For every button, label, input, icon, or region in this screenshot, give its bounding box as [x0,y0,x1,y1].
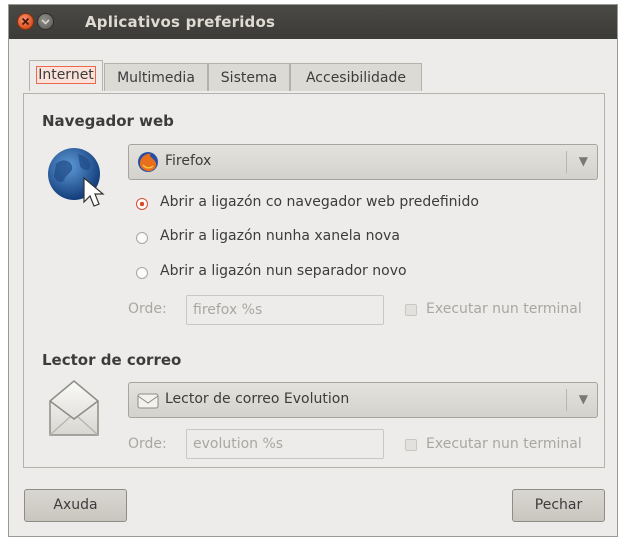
radio-button[interactable] [136,267,148,279]
tab-label: Sistema [220,70,278,86]
close-window-button[interactable] [17,13,34,30]
mail-terminal-label: Executar nun terminal [426,436,582,452]
firefox-icon [138,152,158,172]
mail-command-input[interactable]: evolution %s [186,429,384,459]
radio-label: Abrir a ligazón nun separador novo [160,263,407,279]
browser-terminal-label: Executar nun terminal [426,301,582,317]
browser-terminal-checkbox[interactable] [405,304,417,316]
envelope-icon [49,380,99,436]
radio-button[interactable] [136,198,148,210]
close-button[interactable]: Pechar [512,489,605,522]
browser-command-label: Orde: [128,301,167,317]
window-title: Aplicativos preferidos [85,13,276,31]
evolution-mail-icon [137,393,159,409]
radio-label: Abrir a ligazón nunha xanela nova [160,228,400,244]
tab-accesibilidade[interactable]: Accesibilidade [290,63,422,91]
mail-command-value: evolution %s [193,436,284,452]
browser-select[interactable]: Firefox ▼ [128,144,598,180]
browser-command-value: firefox %s [193,302,263,318]
radio-label: Abrir a ligazón co navegador web predefi… [160,194,479,210]
tab-internet[interactable]: Internet [29,60,103,91]
tab-label: Internet [36,66,96,84]
minimize-window-button[interactable] [37,13,54,30]
mail-command-label: Orde: [128,436,167,452]
chevron-down-icon [41,19,50,25]
mail-terminal-checkbox[interactable] [405,439,417,451]
browser-section-title: Navegador web [42,112,174,130]
title-bar: Aplicativos preferidos [9,5,617,39]
mail-section-title: Lector de correo [42,351,182,369]
radio-button[interactable] [136,232,148,244]
tab-sistema[interactable]: Sistema [208,63,290,91]
tab-label: Accesibilidade [305,70,407,86]
dropdown-arrow-icon: ▼ [578,154,588,168]
internet-tab-panel: Navegador web Firefox ▼ Abrir a ligazón … [23,93,605,468]
tab-label: Multimedia [117,70,195,86]
mail-reader-select-value: Lector de correo Evolution [165,391,350,407]
preferred-applications-window: Aplicativos preferidos Internet Multimed… [8,4,618,537]
combo-separator [566,389,567,411]
dropdown-arrow-icon: ▼ [578,392,588,406]
tab-multimedia[interactable]: Multimedia [104,63,208,91]
combo-separator [566,151,567,173]
browser-select-value: Firefox [165,153,212,169]
mail-reader-select[interactable]: Lector de correo Evolution ▼ [128,382,598,418]
globe-icon [48,148,105,207]
browser-command-input[interactable]: firefox %s [186,295,384,325]
help-button[interactable]: Axuda [24,489,127,522]
close-icon [21,17,30,26]
